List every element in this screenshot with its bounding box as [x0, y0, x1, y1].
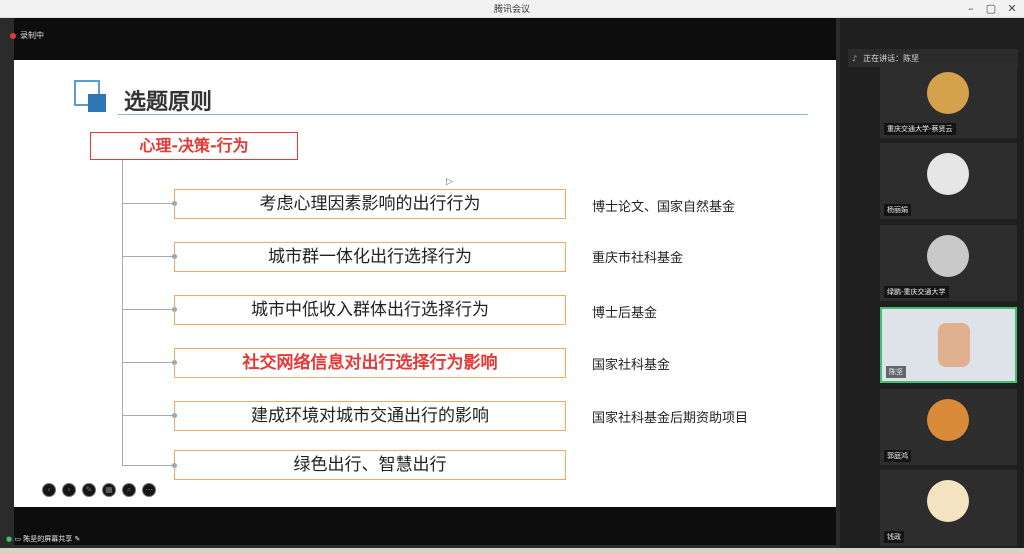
title-underline [118, 114, 808, 115]
recording-indicator: 录制中 [10, 30, 44, 41]
screen-icon: ▭ [14, 535, 21, 543]
taskbar-strip [0, 548, 1024, 554]
zoom-icon[interactable]: ⌕ [122, 483, 136, 497]
window-titlebar: 腾讯会议 – ▢ ✕ [0, 0, 1024, 18]
grid-icon[interactable]: ▦ [102, 483, 116, 497]
category-box: 心理-决策-行为 [90, 132, 298, 160]
maximize-icon[interactable]: ▢ [982, 1, 1000, 17]
edit-icon[interactable]: ✎ [74, 535, 80, 543]
avatar [927, 399, 969, 441]
mic-icon: ● [6, 535, 13, 543]
fund-label: 博士后基金 [592, 306, 658, 321]
slide: 选题原则 心理-决策-行为 考虑心理因素影响的出行行为 博士论文、国家自然基金 … [14, 60, 836, 507]
participant-name: 郭庭鸿 [884, 450, 911, 462]
participant-name: 陈坚 [886, 366, 906, 378]
topic-box: 绿色出行、智慧出行 [174, 450, 566, 480]
participant-tile[interactable]: 郭庭鸿 [880, 389, 1017, 465]
slide-bottom-band [14, 507, 836, 545]
participant-tile[interactable]: 绿鹏-重庆交通大学 [880, 225, 1017, 301]
tree-trunk-line [122, 160, 123, 466]
tree-branch [122, 203, 174, 204]
tree-branch [122, 465, 174, 466]
app-title: 腾讯会议 [493, 5, 530, 15]
next-slide-icon[interactable]: › [62, 483, 76, 497]
participant-name: 重庆交通大学-蔡贤云 [884, 123, 956, 135]
tree-branch [122, 256, 174, 257]
fund-label: 国家社科基金后期资助项目 [592, 411, 749, 426]
fund-label: 博士论文、国家自然基金 [592, 200, 736, 215]
mouse-pointer-icon: ▷ [446, 177, 453, 187]
slide-title: 选题原则 [124, 90, 213, 115]
mic-icon: ♪ [852, 53, 858, 63]
screen-share-label: ● ▭ 陈坚的屏幕共享 ✎ [6, 534, 80, 544]
avatar [927, 72, 969, 114]
fund-label: 重庆市社科基金 [592, 251, 684, 266]
share-owner-label: 陈坚的屏幕共享 [23, 535, 73, 543]
slide-toolbar: ‹ › ✎ ▦ ⌕ ⋯ [42, 483, 156, 497]
recording-label: 录制中 [20, 31, 44, 40]
participant-tile[interactable]: 杨丽娟 [880, 143, 1017, 219]
minimize-icon[interactable]: – [962, 1, 980, 17]
fund-label: 国家社科基金 [592, 358, 671, 373]
topic-box: 城市中低收入群体出行选择行为 [174, 295, 566, 325]
avatar [927, 235, 969, 277]
slide-top-band [14, 18, 836, 60]
avatar [927, 480, 969, 522]
topic-box: 城市群一体化出行选择行为 [174, 242, 566, 272]
topic-box-highlighted: 社交网络信息对出行选择行为影响 [174, 348, 566, 378]
video-feed [938, 323, 970, 367]
topic-box: 建成环境对城市交通出行的影响 [174, 401, 566, 431]
participant-name: 杨丽娟 [884, 204, 911, 216]
participant-name: 钱政 [884, 531, 904, 543]
more-icon[interactable]: ⋯ [142, 483, 156, 497]
tree-branch [122, 362, 174, 363]
slide-logo-fill [88, 94, 106, 112]
participant-tile[interactable]: 重庆交通大学-蔡贤云 [880, 62, 1017, 138]
close-icon[interactable]: ✕ [1003, 1, 1021, 17]
record-dot-icon [10, 32, 16, 39]
tree-branch [122, 415, 174, 416]
pen-icon[interactable]: ✎ [82, 483, 96, 497]
prev-slide-icon[interactable]: ‹ [42, 483, 56, 497]
avatar [927, 153, 969, 195]
topic-box: 考虑心理因素影响的出行行为 [174, 189, 566, 219]
participant-name: 绿鹏-重庆交通大学 [884, 286, 949, 298]
participant-video-tile-active[interactable]: 陈坚 [880, 307, 1017, 383]
participant-tile[interactable]: 钱政 [880, 470, 1017, 546]
tree-branch [122, 309, 174, 310]
